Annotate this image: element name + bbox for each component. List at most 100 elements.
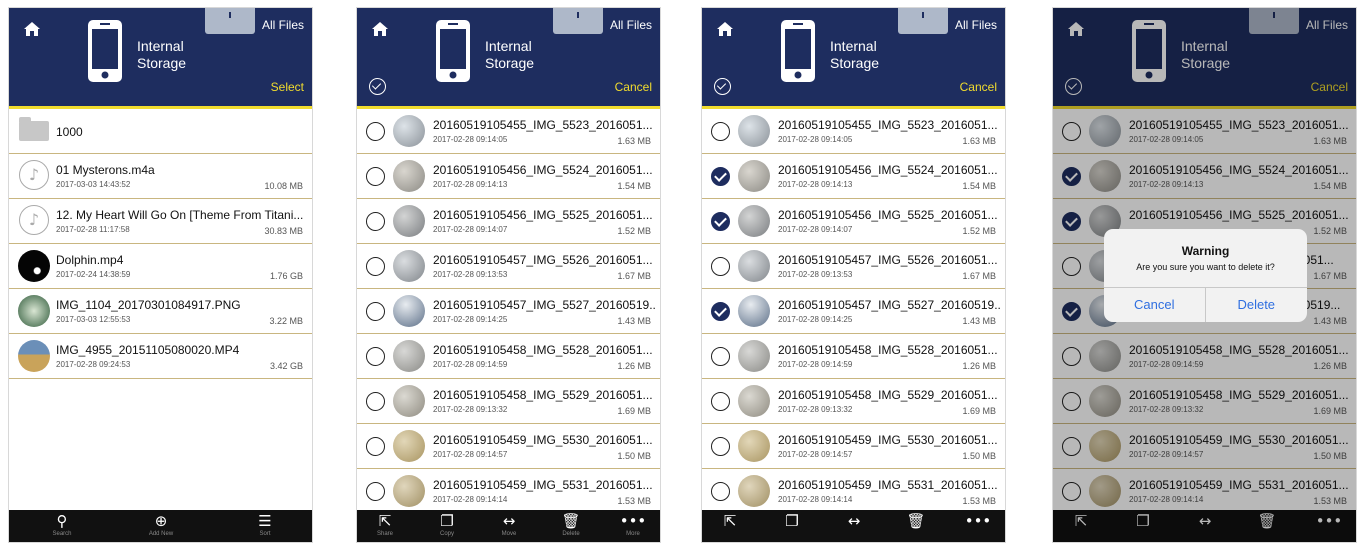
list-item[interactable]: 20160519105457_IMG_5527_20160519... 2017-… [702, 289, 1005, 334]
list-item[interactable]: 20160519105456_IMG_5525_2016051... 2017-0… [702, 199, 1005, 244]
share-button[interactable]: ⇱ [705, 513, 755, 530]
home-icon[interactable] [371, 20, 389, 38]
select-button[interactable]: Select [271, 80, 304, 94]
share-button[interactable]: ⇱ Share [360, 513, 410, 538]
storage-tab-icon[interactable] [553, 8, 603, 34]
unchecked-radio-icon[interactable] [366, 212, 385, 231]
search-button[interactable]: ⚲ Search [37, 513, 87, 538]
file-date: 2017-02-28 09:14:07 [778, 225, 853, 234]
cancel-button[interactable]: Cancel [615, 80, 652, 94]
trash-button[interactable]: 🗑 [891, 513, 941, 530]
file-name: 20160519105458_IMG_5529_2016051... [778, 388, 998, 402]
list-item[interactable]: 20160519105455_IMG_5523_2016051... 2017-0… [357, 109, 660, 154]
cancel-button[interactable]: Cancel [960, 80, 997, 94]
list-item[interactable]: 20160519105459_IMG_5530_2016051... 2017-0… [702, 424, 1005, 469]
list-item[interactable]: 20160519105458_IMG_5528_2016051... 2017-0… [702, 334, 1005, 379]
image-thumbnail [738, 205, 770, 237]
checked-radio-icon[interactable] [711, 302, 730, 321]
storage-title: Internal Storage [485, 38, 534, 72]
dialog-cancel-button[interactable]: Cancel [1104, 287, 1206, 322]
file-name: 20160519105458_IMG_5528_2016051... [433, 343, 653, 357]
home-icon[interactable] [23, 20, 41, 38]
list-item[interactable]: IMG_1104_20170301084917.PNG 2017-03-03 12… [9, 289, 312, 334]
file-name: 20160519105456_IMG_5525_2016051... [433, 208, 653, 222]
list-item[interactable]: 20160519105459_IMG_5531_2016051... 2017-0… [357, 469, 660, 510]
list-item[interactable]: 20160519105458_IMG_5529_2016051... 2017-0… [357, 379, 660, 424]
list-item[interactable]: ♪ 12. My Heart Will Go On [Theme From Tit… [9, 199, 312, 244]
file-list: 20160519105455_IMG_5523_2016051... 2017-0… [702, 109, 1005, 510]
unchecked-radio-icon[interactable] [711, 347, 730, 366]
image-thumbnail [738, 115, 770, 147]
move-button[interactable]: ↔ [829, 513, 879, 530]
unchecked-radio-icon[interactable] [366, 257, 385, 276]
list-item[interactable]: 20160519105456_IMG_5524_2016051... 2017-0… [702, 154, 1005, 199]
more-button[interactable]: ••• More [608, 513, 658, 538]
unchecked-radio-icon[interactable] [366, 167, 385, 186]
home-icon[interactable] [716, 20, 734, 38]
checked-radio-icon[interactable] [711, 167, 730, 186]
list-item[interactable]: IMG_4955_20151105080020.MP4 2017-02-28 09… [9, 334, 312, 379]
unchecked-radio-icon[interactable] [366, 437, 385, 456]
list-item[interactable]: 1000 [9, 109, 312, 154]
file-date: 2017-02-28 09:14:59 [433, 360, 508, 369]
storage-tab-icon[interactable] [205, 8, 255, 34]
unchecked-radio-icon[interactable] [711, 482, 730, 501]
folder-icon [19, 117, 49, 141]
list-item[interactable]: 20160519105457_IMG_5526_2016051... 2017-0… [702, 244, 1005, 289]
select-all-check-icon[interactable] [369, 78, 386, 95]
list-item[interactable]: ♪ 01 Mysterons.m4a 2017-03-03 14:43:52 10.0… [9, 154, 312, 199]
phone-device-icon [87, 19, 123, 83]
list-item[interactable]: 20160519105456_IMG_5525_2016051... 2017-0… [357, 199, 660, 244]
file-size: 1.54 MB [617, 181, 651, 191]
file-date: 2017-02-24 14:38:59 [56, 270, 131, 279]
bottom-toolbar: ⇱ Share ❐ Copy ↔ Move 🗑 Delete ••• More [357, 510, 660, 542]
trash-button[interactable]: 🗑 Delete [546, 513, 596, 538]
list-item[interactable]: 20160519105458_IMG_5528_2016051... 2017-0… [357, 334, 660, 379]
list-item[interactable]: 20160519105456_IMG_5524_2016051... 2017-0… [357, 154, 660, 199]
unchecked-radio-icon[interactable] [366, 482, 385, 501]
list-item[interactable]: Dolphin.mp4 2017-02-24 14:38:59 1.76 GB [9, 244, 312, 289]
image-thumbnail [393, 250, 425, 282]
file-date: 2017-02-28 09:14:25 [778, 315, 853, 324]
sort-icon: ☰ [258, 512, 272, 530]
tab-tick-icon [229, 12, 231, 18]
unchecked-radio-icon[interactable] [366, 392, 385, 411]
file-name: 20160519105458_IMG_5529_2016051... [433, 388, 653, 402]
more-button[interactable]: ••• [953, 513, 1003, 530]
unchecked-radio-icon[interactable] [366, 122, 385, 141]
storage-title-line2: Storage [485, 55, 535, 71]
unchecked-radio-icon[interactable] [366, 347, 385, 366]
file-size: 30.83 MB [264, 226, 303, 236]
storage-tab-icon[interactable] [898, 8, 948, 34]
list-item[interactable]: 20160519105458_IMG_5529_2016051... 2017-0… [702, 379, 1005, 424]
dialog-title: Warning [1181, 244, 1230, 258]
file-date: 2017-02-28 09:14:05 [778, 135, 853, 144]
unchecked-radio-icon[interactable] [366, 302, 385, 321]
list-item[interactable]: 20160519105455_IMG_5523_2016051... 2017-0… [702, 109, 1005, 154]
list-item[interactable]: 20160519105457_IMG_5527_20160519... 2017-… [357, 289, 660, 334]
unchecked-radio-icon[interactable] [711, 437, 730, 456]
list-item[interactable]: 20160519105459_IMG_5531_2016051... 2017-0… [702, 469, 1005, 510]
list-item[interactable]: 20160519105459_IMG_5530_2016051... 2017-0… [357, 424, 660, 469]
file-date: 2017-02-28 09:14:57 [433, 450, 508, 459]
file-date: 2017-02-28 09:14:59 [778, 360, 853, 369]
checked-radio-icon[interactable] [711, 212, 730, 231]
copy-button[interactable]: ❐ [767, 513, 817, 530]
file-date: 2017-02-28 09:14:13 [778, 180, 853, 189]
unchecked-radio-icon[interactable] [711, 392, 730, 411]
list-item[interactable]: 20160519105457_IMG_5526_2016051... 2017-0… [357, 244, 660, 289]
unchecked-radio-icon[interactable] [711, 257, 730, 276]
dialog-delete-button[interactable]: Delete [1205, 287, 1307, 322]
file-name: 20160519105455_IMG_5523_2016051... [778, 118, 998, 132]
copy-button[interactable]: ❐ Copy [422, 513, 472, 538]
move-button[interactable]: ↔ Move [484, 513, 534, 538]
file-name: 01 Mysterons.m4a [56, 163, 155, 177]
toolbar-label: Move [501, 531, 517, 537]
image-thumbnail [738, 385, 770, 417]
add-button[interactable]: ⊕ Add New [136, 513, 186, 538]
warning-dialog: Warning Are you sure you want to delete i… [1104, 229, 1307, 322]
sort-button[interactable]: ☰ Sort [240, 513, 290, 538]
phone-screen: All Files Internal Storage Cancel 2016051910… [1052, 7, 1357, 543]
select-all-check-icon[interactable] [714, 78, 731, 95]
unchecked-radio-icon[interactable] [711, 122, 730, 141]
